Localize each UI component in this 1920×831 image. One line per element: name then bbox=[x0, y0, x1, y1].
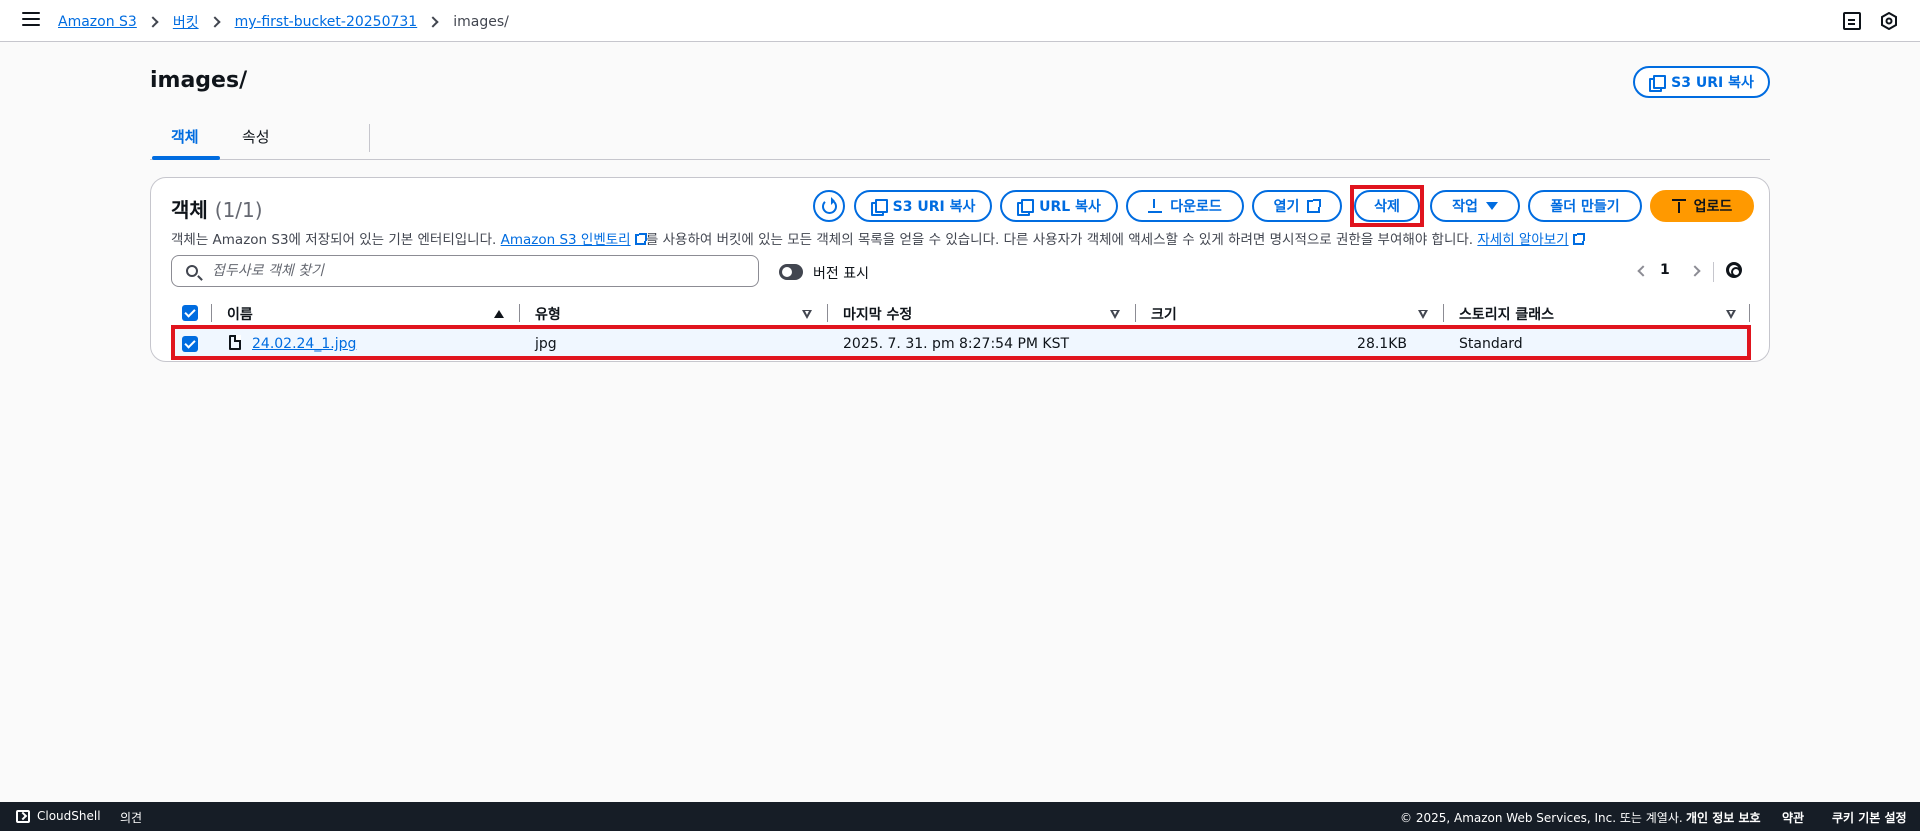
cloudshell-link[interactable]: CloudShell bbox=[37, 809, 101, 823]
learn-more-link[interactable]: 자세히 알아보기 bbox=[1477, 232, 1568, 248]
download-icon bbox=[1148, 199, 1163, 213]
object-count: (1/1) bbox=[214, 198, 263, 222]
table-row[interactable]: 24.02.24_1.jpg jpg 2025. 7. 31. pm 8:27:… bbox=[171, 328, 1751, 360]
tab-properties[interactable]: 속성 bbox=[242, 126, 270, 147]
chevron-right-icon bbox=[208, 16, 221, 28]
delete-button[interactable]: 삭제 bbox=[1354, 190, 1420, 222]
sort-icon[interactable] bbox=[1110, 310, 1120, 319]
copy-url-button[interactable]: URL 복사 bbox=[1000, 190, 1118, 222]
objects-panel: 객체 (1/1) S3 URI 복사 URL 복사 다운로드 열기 삭제 작업 … bbox=[150, 177, 1770, 362]
page-title: images/ bbox=[150, 68, 248, 93]
create-folder-button[interactable]: 폴더 만들기 bbox=[1528, 190, 1642, 222]
chevron-right-icon bbox=[147, 16, 159, 28]
download-button[interactable]: 다운로드 bbox=[1126, 190, 1244, 222]
sort-icon[interactable] bbox=[802, 310, 812, 319]
column-type[interactable]: 유형 bbox=[535, 304, 561, 324]
copy-icon bbox=[1017, 199, 1035, 216]
breadcrumb-current: images/ bbox=[453, 14, 509, 30]
actions-dropdown-button[interactable]: 작업 bbox=[1430, 190, 1520, 222]
column-divider bbox=[519, 304, 520, 322]
breadcrumb-bucket-name[interactable]: my-first-bucket-20250731 bbox=[235, 14, 418, 30]
object-storage-class: Standard bbox=[1459, 336, 1523, 352]
caret-down-icon bbox=[1485, 202, 1498, 210]
external-link-icon bbox=[634, 233, 647, 245]
inventory-link[interactable]: Amazon S3 인벤토리 bbox=[501, 232, 631, 248]
sort-icon[interactable] bbox=[1726, 310, 1736, 319]
object-name-link[interactable]: 24.02.24_1.jpg bbox=[252, 336, 356, 352]
breadcrumb-buckets[interactable]: 버킷 bbox=[173, 12, 199, 32]
copyright-text: © 2025, Amazon Web Services, Inc. 또는 계열사… bbox=[1400, 811, 1683, 825]
refresh-button[interactable] bbox=[813, 190, 845, 222]
tab-divider bbox=[369, 124, 370, 152]
chevron-right-icon[interactable] bbox=[1689, 265, 1701, 277]
panel-title: 객체 (1/1) bbox=[171, 198, 263, 222]
select-all-checkbox[interactable] bbox=[182, 305, 198, 321]
search-icon bbox=[186, 265, 198, 277]
tab-objects[interactable]: 객체 bbox=[171, 126, 199, 147]
open-button[interactable]: 열기 bbox=[1252, 190, 1342, 222]
panel-description: 객체는 Amazon S3에 저장되어 있는 기본 엔터티입니다. Amazon… bbox=[171, 228, 1585, 248]
cloudshell-icon bbox=[16, 810, 30, 823]
file-icon bbox=[229, 335, 241, 350]
column-divider bbox=[1749, 304, 1750, 322]
privacy-link[interactable]: 개인 정보 보호 bbox=[1686, 809, 1761, 826]
object-type: jpg bbox=[535, 336, 557, 352]
footer: CloudShell 의견 © 2025, Amazon Web Service… bbox=[0, 802, 1920, 831]
column-size[interactable]: 크기 bbox=[1151, 304, 1177, 324]
search-box bbox=[171, 255, 759, 287]
sort-icon[interactable] bbox=[1418, 310, 1428, 319]
cookie-preferences-link[interactable]: 쿠키 기본 설정 bbox=[1832, 809, 1907, 826]
top-bar: Amazon S3 버킷 my-first-bucket-20250731 im… bbox=[0, 0, 1920, 42]
header-copy-s3-uri-button[interactable]: S3 URI 복사 bbox=[1633, 66, 1770, 98]
menu-icon[interactable] bbox=[22, 12, 40, 28]
external-link-icon bbox=[1572, 233, 1585, 245]
sort-ascending-icon[interactable] bbox=[494, 310, 504, 318]
tab-active-indicator bbox=[152, 156, 220, 160]
upload-button[interactable]: 업로드 bbox=[1650, 190, 1754, 222]
breadcrumb-amazon-s3[interactable]: Amazon S3 bbox=[58, 14, 137, 30]
column-name[interactable]: 이름 bbox=[227, 304, 253, 324]
column-divider bbox=[1443, 304, 1444, 322]
terms-link[interactable]: 약관 bbox=[1782, 809, 1804, 826]
row-checkbox[interactable] bbox=[182, 336, 198, 352]
copy-icon bbox=[870, 199, 888, 216]
column-storage-class[interactable]: 스토리지 클래스 bbox=[1459, 304, 1554, 324]
copy-s3-uri-button[interactable]: S3 URI 복사 bbox=[854, 190, 992, 222]
column-divider bbox=[827, 304, 828, 322]
column-last-modified[interactable]: 마지막 수정 bbox=[843, 304, 912, 324]
search-input[interactable] bbox=[212, 263, 742, 279]
page-number[interactable]: 1 bbox=[1660, 262, 1670, 278]
side-panel-icon[interactable] bbox=[1843, 12, 1861, 30]
tabs: 객체 속성 bbox=[150, 120, 1770, 160]
feedback-link[interactable]: 의견 bbox=[120, 809, 142, 826]
breadcrumb: Amazon S3 버킷 my-first-bucket-20250731 im… bbox=[58, 12, 509, 32]
table-header: 이름 유형 마지막 수정 크기 스토리지 클래스 bbox=[171, 298, 1751, 328]
object-size: 28.1KB bbox=[1357, 336, 1407, 352]
copy-icon bbox=[1649, 75, 1667, 92]
upload-icon bbox=[1671, 199, 1686, 213]
divider bbox=[1713, 262, 1714, 282]
chevron-right-icon bbox=[427, 16, 439, 28]
column-divider bbox=[211, 304, 212, 322]
show-versions-label: 버전 표시 bbox=[813, 266, 869, 282]
chevron-left-icon[interactable] bbox=[1637, 265, 1649, 277]
external-link-icon bbox=[1307, 198, 1322, 213]
show-versions-toggle[interactable] bbox=[779, 264, 803, 280]
object-last-modified: 2025. 7. 31. pm 8:27:54 PM KST bbox=[843, 336, 1070, 352]
hexagon-settings-icon[interactable] bbox=[1880, 12, 1898, 30]
column-divider bbox=[1135, 304, 1136, 322]
gear-icon[interactable] bbox=[1726, 262, 1742, 278]
